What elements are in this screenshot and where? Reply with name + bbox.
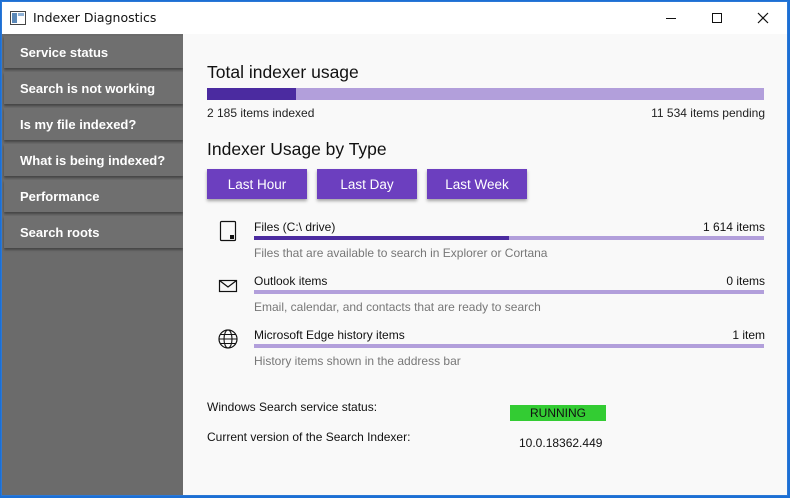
outlook-row-count: 0 items [726, 274, 765, 288]
maximize-button[interactable] [694, 2, 740, 34]
files-row-desc: Files that are available to search in Ex… [254, 246, 548, 260]
title-bar: Indexer Diagnostics [2, 2, 787, 34]
sidebar: Service status Search is not working Is … [2, 34, 183, 495]
edge-row-desc: History items shown in the address bar [254, 354, 461, 368]
items-pending-text: 11 534 items pending [651, 106, 765, 120]
outlook-row-desc: Email, calendar, and contacts that are r… [254, 300, 541, 314]
sidebar-item-label: Performance [20, 188, 100, 204]
tablet-icon [219, 220, 237, 242]
version-value: 10.0.18362.449 [519, 436, 603, 450]
maximize-icon [712, 13, 722, 23]
total-usage-bar-fill [207, 88, 296, 100]
total-usage-title: Total indexer usage [207, 62, 359, 82]
sidebar-item-label: What is being indexed? [20, 152, 166, 168]
service-status-label: Windows Search service status: [207, 400, 378, 414]
last-day-button[interactable]: Last Day [317, 169, 417, 199]
service-status-badge: RUNNING [510, 405, 606, 421]
sidebar-item-search-roots[interactable]: Search roots [4, 216, 183, 248]
minimize-button[interactable] [648, 2, 694, 34]
globe-icon [218, 329, 238, 349]
sidebar-item-is-my-file-indexed[interactable]: Is my file indexed? [4, 108, 183, 140]
last-week-button[interactable]: Last Week [427, 169, 527, 199]
sidebar-item-label: Service status [20, 44, 109, 60]
files-row-title: Files (C:\ drive) [254, 220, 336, 234]
items-indexed-text: 2 185 items indexed [207, 106, 315, 120]
version-label: Current version of the Search Indexer: [207, 430, 411, 444]
sidebar-item-search-not-working[interactable]: Search is not working [4, 72, 183, 104]
app-window: Indexer Diagnostics Service status Searc… [1, 1, 788, 496]
window-title: Indexer Diagnostics [33, 10, 157, 25]
last-hour-button[interactable]: Last Hour [207, 169, 307, 199]
sidebar-item-service-status[interactable]: Service status [4, 36, 183, 68]
edge-row-title: Microsoft Edge history items [254, 328, 405, 342]
close-button[interactable] [740, 2, 786, 34]
files-row-bar [254, 236, 764, 240]
files-row-count: 1 614 items [702, 220, 765, 234]
edge-row-count: 1 item [732, 328, 765, 342]
total-usage-bar [207, 88, 764, 100]
usage-by-type-title: Indexer Usage by Type [207, 139, 387, 159]
edge-row-bar [254, 344, 764, 348]
sidebar-item-label: Search roots [20, 224, 100, 240]
outlook-row-title: Outlook items [254, 274, 328, 288]
files-row-bar-fill [254, 236, 509, 240]
sidebar-item-performance[interactable]: Performance [4, 180, 183, 212]
sidebar-item-label: Search is not working [20, 80, 156, 96]
sidebar-item-label: Is my file indexed? [20, 116, 137, 132]
sidebar-item-what-is-indexed[interactable]: What is being indexed? [4, 144, 183, 176]
app-icon [10, 11, 26, 25]
outlook-row-bar [254, 290, 764, 294]
close-icon [757, 12, 769, 24]
mail-icon [218, 279, 238, 293]
minimize-icon [666, 17, 676, 19]
main-panel: Total indexer usage 2 185 items indexed … [183, 34, 787, 495]
